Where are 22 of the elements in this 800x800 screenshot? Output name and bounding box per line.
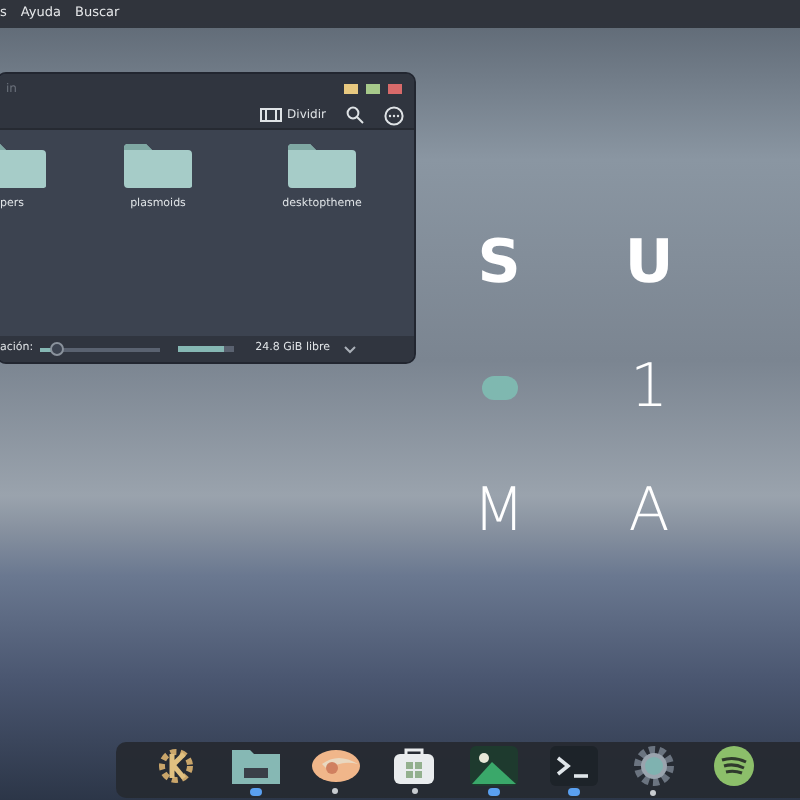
gear-logo-icon[interactable]	[155, 746, 196, 786]
more-icon[interactable]	[384, 105, 404, 125]
clock-glyph: A	[628, 482, 670, 542]
chevron-down-icon[interactable]	[344, 345, 357, 353]
clock-glyph: S	[477, 234, 521, 294]
slider-handle[interactable]	[49, 342, 64, 356]
search-icon[interactable]	[346, 106, 364, 124]
clock-glyph: M	[473, 482, 525, 542]
folder-icon[interactable]	[229, 745, 282, 785]
settings-icon[interactable]	[631, 744, 676, 788]
music-icon[interactable]	[711, 744, 756, 788]
folder-icon	[122, 142, 194, 190]
image-icon[interactable]	[470, 745, 519, 785]
columns-icon	[259, 108, 282, 122]
clock-glyph: U	[624, 234, 674, 294]
terminal-icon[interactable]	[550, 745, 599, 785]
clock-glyph: 1	[629, 358, 669, 418]
maximize-button[interactable]	[366, 83, 380, 93]
minimize-button[interactable]	[344, 83, 358, 93]
folder-icon	[286, 142, 358, 190]
bag-icon[interactable]	[392, 746, 437, 786]
close-button[interactable]	[388, 83, 402, 93]
